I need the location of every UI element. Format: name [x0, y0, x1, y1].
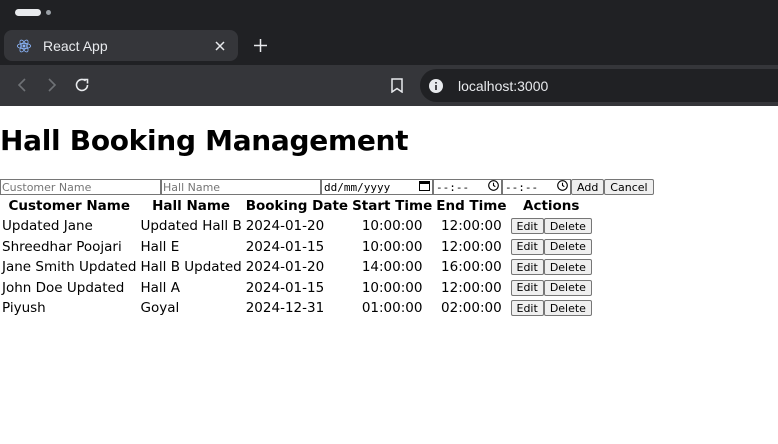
- cell-hall: Hall B Updated: [140, 259, 242, 276]
- cell-customer: Shreedhar Poojari: [2, 238, 122, 255]
- date-placeholder: dd/mm/yyyy: [324, 180, 391, 194]
- delete-button[interactable]: Delete: [543, 259, 592, 275]
- header-actions: Actions: [523, 198, 580, 214]
- booking-form: dd/mm/yyyy --:-- --:-- Add Cancel: [0, 179, 654, 195]
- cell-hall: Goyal: [140, 300, 180, 317]
- hall-name-input[interactable]: [161, 179, 321, 195]
- cancel-button[interactable]: Cancel: [604, 179, 654, 195]
- edit-button[interactable]: Edit: [510, 279, 544, 296]
- cell-end: 12:00:00: [441, 279, 502, 296]
- cell-end: 16:00:00: [441, 259, 502, 276]
- plus-icon[interactable]: [248, 33, 272, 57]
- delete-button[interactable]: Delete: [543, 238, 592, 255]
- cell-actions: Edit Delete: [509, 216, 594, 236]
- cell-start: 01:00:00: [361, 300, 423, 317]
- cell-customer: Piyush: [2, 300, 46, 317]
- table-header-row: Customer Name Hall Name Booking Date Sta…: [0, 196, 594, 216]
- cell-start: 10:00:00: [361, 218, 423, 235]
- cell-customer: John Doe Updated: [2, 279, 125, 296]
- cell-customer: Jane Smith Updated: [2, 259, 137, 276]
- cell-date: 2024-12-31: [245, 300, 325, 317]
- header-hall-name: Hall Name: [152, 198, 231, 214]
- info-icon[interactable]: [428, 78, 444, 94]
- cell-date: 2024-01-20: [245, 218, 325, 235]
- url-text: localhost:3000: [458, 77, 549, 94]
- customer-name-input[interactable]: [0, 179, 161, 195]
- start-time-input[interactable]: --:--: [433, 179, 502, 195]
- cell-start: 14:00:00: [361, 259, 423, 276]
- tab-react-app[interactable]: React App: [4, 30, 238, 61]
- cell-date: 2024-01-20: [245, 259, 325, 276]
- tab-bar: React App: [0, 25, 778, 65]
- calendar-icon[interactable]: [419, 180, 430, 194]
- react-icon: [15, 37, 33, 55]
- table-row: Jane Smith Updated Hall B Updated 2024-0…: [0, 257, 594, 278]
- delete-button[interactable]: Delete: [543, 300, 592, 316]
- header-booking-date: Booking Date: [245, 198, 349, 214]
- cell-actions: Edit Delete: [509, 237, 594, 257]
- reload-icon[interactable]: [70, 73, 94, 97]
- bookings-table: Customer Name Hall Name Booking Date Sta…: [0, 196, 594, 319]
- window-top-strip: [0, 0, 778, 25]
- start-time-placeholder: --:--: [436, 180, 470, 194]
- cell-date: 2024-01-15: [245, 238, 325, 255]
- end-time-input[interactable]: --:--: [502, 179, 571, 195]
- cell-date: 2024-01-15: [245, 279, 325, 296]
- back-icon[interactable]: [10, 73, 34, 97]
- edit-button[interactable]: Edit: [510, 238, 544, 255]
- cell-customer: Updated Jane: [2, 218, 93, 235]
- delete-button[interactable]: Delete: [543, 218, 592, 234]
- header-end-time: End Time: [436, 198, 507, 214]
- browser-chrome: React App localhost:3000: [0, 0, 778, 106]
- forward-icon[interactable]: [40, 73, 64, 97]
- page-title: Hall Booking Management: [0, 124, 409, 157]
- page-content: Hall Booking Management dd/mm/yyyy --:--…: [0, 106, 778, 444]
- table-row: Piyush Goyal 2024-12-31 01:00:00 02:00:0…: [0, 298, 594, 319]
- bookmark-icon[interactable]: [385, 73, 409, 97]
- cell-start: 10:00:00: [361, 238, 423, 255]
- cell-actions: Edit Delete: [509, 257, 594, 277]
- cell-hall: Updated Hall B: [140, 218, 242, 235]
- delete-button[interactable]: Delete: [543, 279, 592, 296]
- table-row: Shreedhar Poojari Hall E 2024-01-15 10:0…: [0, 237, 594, 258]
- header-start-time: Start Time: [352, 198, 433, 214]
- address-bar[interactable]: localhost:3000: [420, 69, 778, 102]
- close-icon[interactable]: [208, 34, 232, 58]
- window-indicator: [15, 9, 41, 16]
- cell-end: 12:00:00: [441, 218, 502, 235]
- cell-actions: Edit Delete: [509, 278, 594, 298]
- cell-end: 12:00:00: [441, 238, 502, 255]
- edit-button[interactable]: Edit: [510, 218, 544, 234]
- window-indicator-dot: [46, 10, 51, 15]
- cell-hall: Hall E: [140, 238, 180, 255]
- end-time-placeholder: --:--: [505, 180, 539, 194]
- add-button[interactable]: Add: [571, 179, 605, 195]
- tab-title: React App: [43, 37, 108, 54]
- cell-actions: Edit Delete: [509, 298, 594, 318]
- table-row: Updated Jane Updated Hall B 2024-01-20 1…: [0, 216, 594, 237]
- clock-icon[interactable]: [488, 180, 499, 194]
- header-customer-name: Customer Name: [8, 198, 130, 214]
- clock-icon[interactable]: [557, 180, 568, 194]
- cell-end: 02:00:00: [441, 300, 502, 317]
- edit-button[interactable]: Edit: [510, 300, 544, 316]
- cell-start: 10:00:00: [361, 279, 423, 296]
- browser-toolbar: localhost:3000: [0, 65, 778, 106]
- table-row: John Doe Updated Hall A 2024-01-15 10:00…: [0, 278, 594, 299]
- edit-button[interactable]: Edit: [510, 259, 544, 275]
- cell-hall: Hall A: [140, 279, 180, 296]
- booking-date-input[interactable]: dd/mm/yyyy: [321, 179, 433, 195]
